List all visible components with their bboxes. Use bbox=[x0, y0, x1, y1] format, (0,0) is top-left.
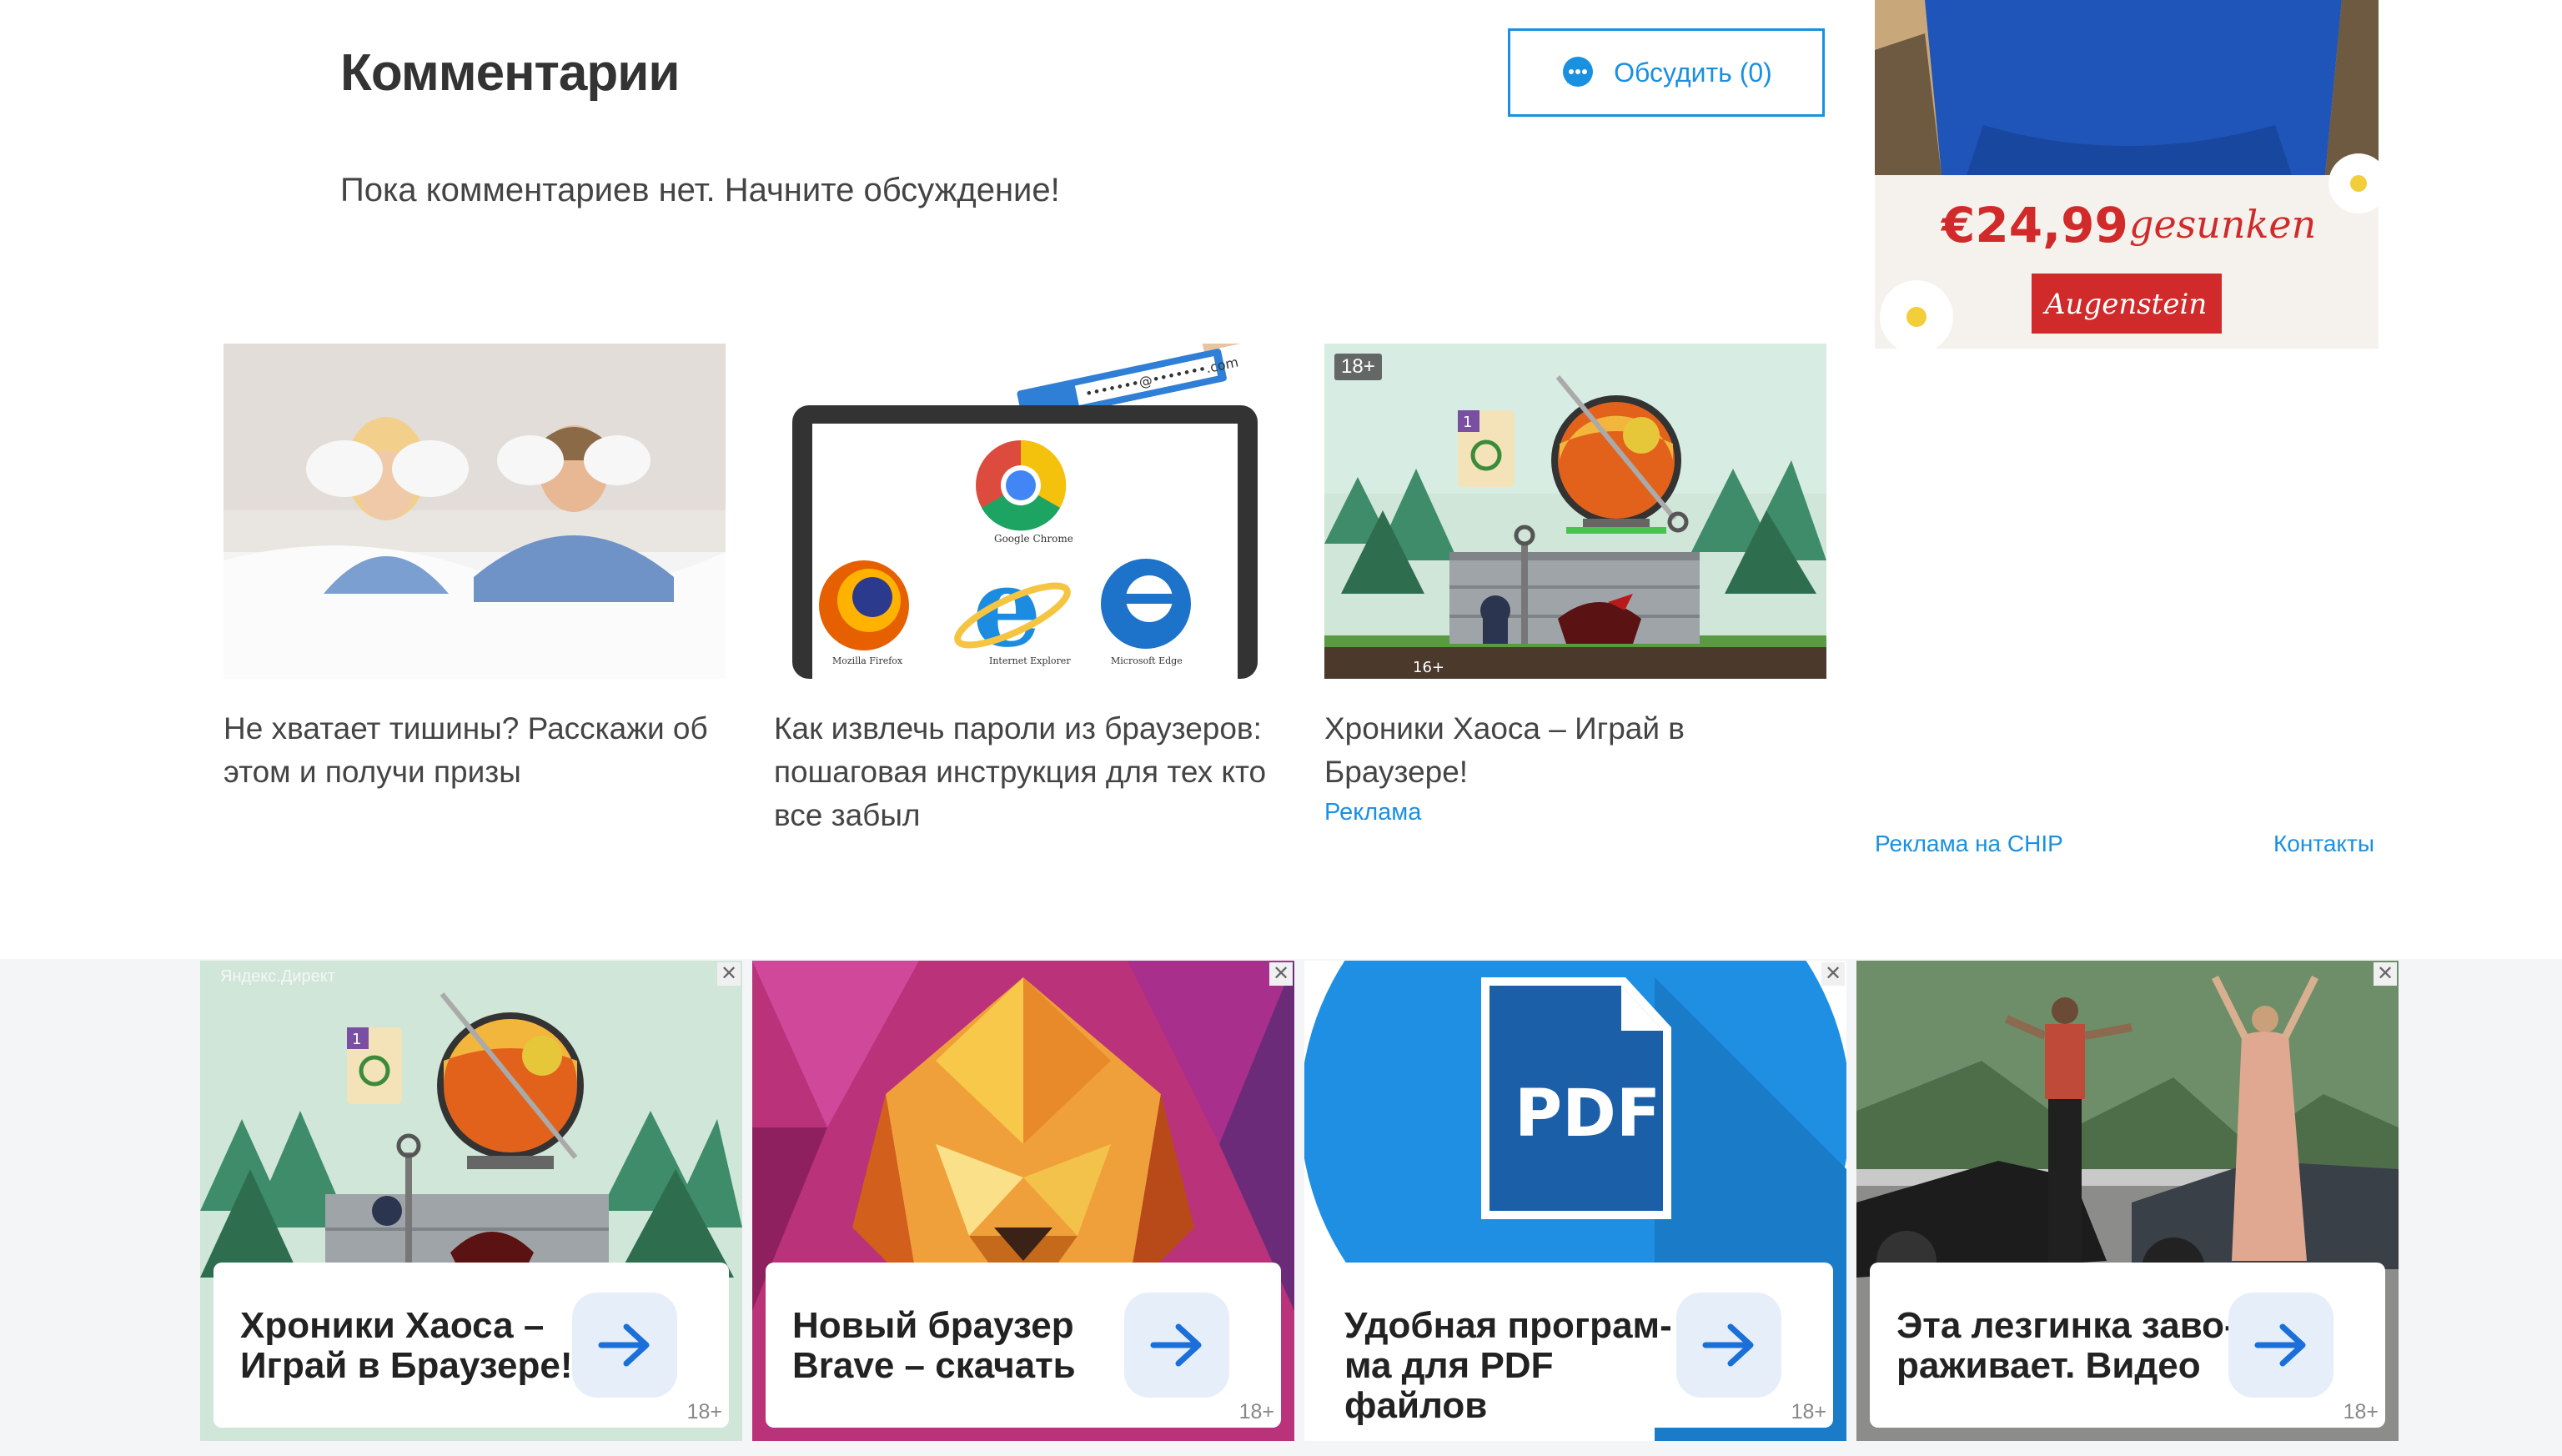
couple-in-bed-image bbox=[224, 344, 726, 679]
glasses-sale-ad-image: €24,99 gesunken Augenstein bbox=[1875, 0, 2379, 349]
ad-title[interactable]: Удобная програм-ма для PDF файлов bbox=[1344, 1306, 1695, 1426]
sidebar-ad-banner[interactable]: €24,99 gesunken Augenstein bbox=[1875, 0, 2379, 349]
bottom-ad-tile[interactable]: ✕ Новый браузер Brave – скачать 18+ bbox=[752, 961, 1294, 1441]
game-scene-image: 1 16+ bbox=[1324, 344, 1826, 679]
close-icon[interactable]: ✕ bbox=[717, 962, 741, 986]
ad-title[interactable]: Новый браузер Brave – скачать bbox=[792, 1306, 1143, 1386]
bottom-ad-tile[interactable]: PDF ✕ Удобная програм-ма для PDF файлов … bbox=[1304, 961, 1846, 1441]
article-title[interactable]: Хроники Хаоса – Играй в Браузере! bbox=[1324, 707, 1826, 794]
svg-text:Mozilla Firefox: Mozilla Firefox bbox=[832, 655, 903, 666]
ad-title[interactable]: Хроники Хаоса – Играй в Браузере! bbox=[240, 1306, 590, 1386]
article-card[interactable]: •••••••@•••••••.com Google Chrome Mozill… bbox=[774, 344, 1276, 837]
ad-title[interactable]: Эта лезгинка заво-раживает. Видео bbox=[1896, 1306, 2247, 1386]
ad-open-button[interactable] bbox=[572, 1293, 677, 1398]
bottom-ad-tile[interactable]: 1 Яндекс.Директ ✕ Хроники Хаоса – Играй … bbox=[200, 961, 742, 1441]
ad-caption-panel[interactable]: Хроники Хаоса – Играй в Браузере! 18+ bbox=[214, 1263, 729, 1428]
svg-text:16+: 16+ bbox=[1413, 659, 1444, 676]
ads-on-chip-link[interactable]: Реклама на CHIP bbox=[1875, 831, 2063, 857]
article-title[interactable]: Не хватает тишины? Расскажи об этом и по… bbox=[224, 707, 726, 794]
discuss-button[interactable]: Обсудить (0) bbox=[1508, 28, 1825, 117]
age-badge: 18+ bbox=[1791, 1400, 1826, 1423]
arrow-right-icon bbox=[2254, 1323, 2306, 1367]
article-title[interactable]: Как извлечь пароли из браузеров: пошагов… bbox=[774, 707, 1276, 837]
article-thumbnail[interactable] bbox=[224, 344, 726, 679]
ad-open-button[interactable] bbox=[1676, 1293, 1781, 1398]
ad-caption-panel[interactable]: Новый браузер Brave – скачать 18+ bbox=[766, 1263, 1281, 1428]
ad-caption-panel[interactable]: Эта лезгинка заво-раживает. Видео 18+ bbox=[1870, 1263, 2385, 1428]
browsers-laptop-image: •••••••@•••••••.com Google Chrome Mozill… bbox=[774, 344, 1276, 679]
chat-icon bbox=[1563, 57, 1594, 87]
age-badge: 18+ bbox=[1238, 1400, 1274, 1423]
yandex-direct-label[interactable]: Яндекс.Директ bbox=[220, 967, 335, 987]
ad-label[interactable]: Реклама bbox=[1324, 799, 1826, 826]
age-badge: 18+ bbox=[1334, 354, 1382, 380]
svg-text:1: 1 bbox=[1463, 414, 1472, 431]
arrow-right-icon bbox=[598, 1323, 650, 1367]
svg-text:€24,99: €24,99 bbox=[1940, 197, 2128, 254]
arrow-right-icon bbox=[1150, 1323, 1202, 1367]
svg-text:Augenstein: Augenstein bbox=[2042, 288, 2207, 321]
svg-text:e: e bbox=[972, 544, 1042, 671]
arrow-right-icon bbox=[1702, 1323, 1754, 1367]
svg-text:PDF: PDF bbox=[1515, 1077, 1660, 1152]
svg-text:Microsoft Edge: Microsoft Edge bbox=[1111, 655, 1183, 666]
svg-text:Internet Explorer: Internet Explorer bbox=[989, 655, 1071, 666]
close-icon[interactable]: ✕ bbox=[2374, 962, 2397, 986]
article-card[interactable]: Не хватает тишины? Расскажи об этом и по… bbox=[224, 344, 726, 794]
comments-title: Комментарии bbox=[340, 44, 681, 102]
article-thumbnail[interactable]: •••••••@•••••••.com Google Chrome Mozill… bbox=[774, 344, 1276, 679]
ad-open-button[interactable] bbox=[1124, 1293, 1229, 1398]
ad-caption-panel[interactable]: Удобная програм-ма для PDF файлов 18+ bbox=[1318, 1263, 1833, 1428]
svg-text:1: 1 bbox=[352, 1031, 361, 1048]
svg-text:gesunken: gesunken bbox=[2129, 202, 2316, 247]
age-badge: 18+ bbox=[2343, 1400, 2379, 1423]
svg-text:Google Chrome: Google Chrome bbox=[994, 533, 1073, 545]
close-icon[interactable]: ✕ bbox=[1269, 962, 1293, 986]
ad-card[interactable]: 1 16+ 18+ Хроники Хаоса – Играй в Браузе… bbox=[1324, 344, 1826, 826]
game-ad-thumbnail[interactable]: 1 16+ 18+ bbox=[1324, 344, 1826, 679]
contacts-link[interactable]: Контакты bbox=[2273, 831, 2374, 857]
close-icon[interactable]: ✕ bbox=[1821, 962, 1845, 986]
ad-open-button[interactable] bbox=[2228, 1293, 2333, 1398]
discuss-button-label: Обсудить (0) bbox=[1614, 57, 1772, 88]
no-comments-text: Пока комментариев нет. Начните обсуждени… bbox=[340, 172, 1060, 208]
bottom-ad-tile[interactable]: ✕ Эта лезгинка заво-раживает. Видео 18+ bbox=[1856, 961, 2399, 1441]
age-badge: 18+ bbox=[686, 1400, 722, 1423]
